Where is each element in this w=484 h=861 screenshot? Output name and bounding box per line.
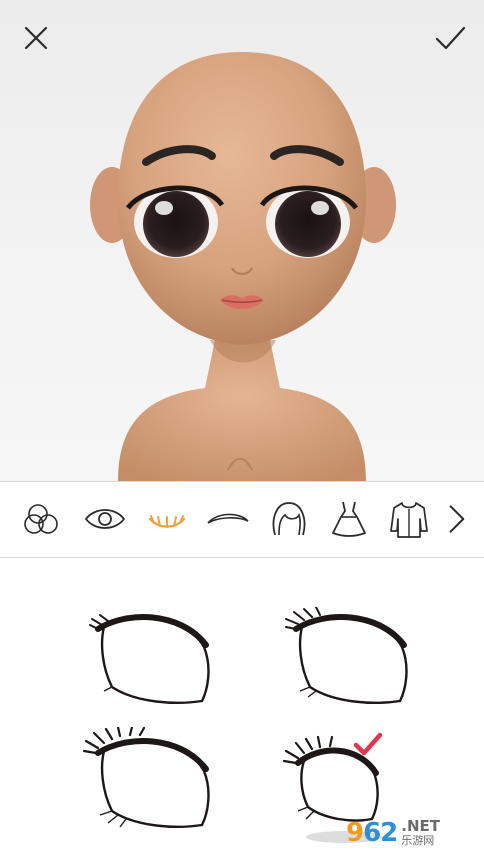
watermark-digits: 62: [363, 818, 398, 848]
tool-hair[interactable]: [266, 496, 312, 542]
watermark-logo: 962 .NET 乐游网: [346, 810, 480, 856]
tool-eyelashes[interactable]: [144, 496, 190, 542]
watermark-cn: 乐游网: [401, 835, 435, 847]
selected-check-icon: [353, 732, 383, 756]
checkmark-icon: [435, 26, 466, 50]
eyelash-option-2[interactable]: [274, 606, 424, 727]
category-toolbar: [0, 481, 484, 558]
dress-icon: [332, 501, 366, 537]
tool-eyes[interactable]: [82, 496, 128, 542]
circles-icon: [24, 504, 58, 534]
chevron-right-icon: [449, 505, 465, 533]
avatar-preview: [0, 0, 484, 481]
hoodie-icon: [390, 502, 428, 538]
eyelash-option-3[interactable]: [76, 725, 226, 847]
tool-top[interactable]: [386, 496, 432, 542]
tool-skin-tone[interactable]: [20, 496, 66, 542]
eyelashes-icon: [148, 515, 186, 528]
watermark-digit: 9: [346, 818, 364, 848]
watermark-net: .NET: [401, 817, 441, 835]
tool-dress[interactable]: [326, 496, 372, 542]
close-x-icon: [24, 26, 48, 50]
confirm-button[interactable]: [432, 20, 468, 56]
eyelash-option-1[interactable]: [76, 607, 226, 727]
eyelash-options-grid: 962 .NET 乐游网: [0, 559, 484, 861]
avatar-figure: [90, 52, 396, 481]
eyebrow-icon: [207, 513, 249, 524]
hair-icon: [272, 502, 306, 536]
close-button[interactable]: [18, 20, 54, 56]
next-category-button[interactable]: [436, 496, 476, 542]
eye-icon: [84, 509, 126, 529]
tool-eyebrows[interactable]: [205, 496, 251, 542]
